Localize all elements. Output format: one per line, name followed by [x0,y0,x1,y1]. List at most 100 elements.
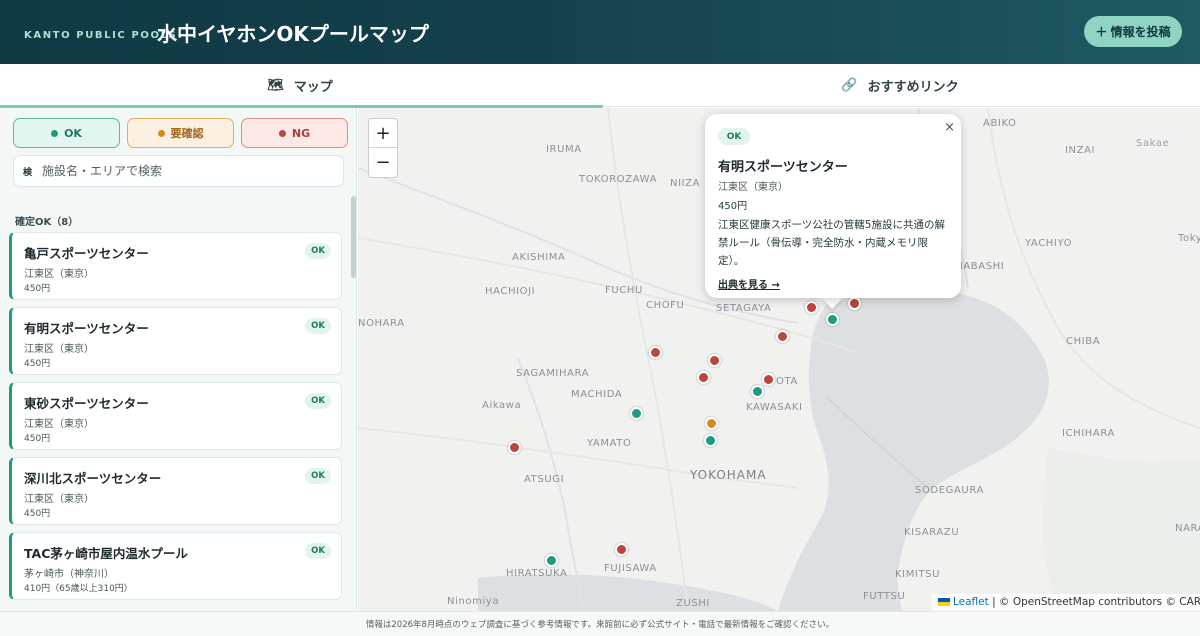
ok-dot-icon [51,129,59,137]
list-item[interactable]: 深川北スポーツセンター 江東区（東京） 450円 OK [9,457,342,525]
map-label: TOKOROZAWA [579,174,658,185]
map-label: CHOFU [646,300,685,311]
map-label: Aikawa [482,400,522,411]
map-marker-ok[interactable] [630,407,643,420]
map-marker-check[interactable] [705,417,718,430]
map-label: INZAI [1065,145,1096,156]
status-badge: OK [305,543,331,559]
map-label: OTA [776,376,798,387]
popup-facility-name: 有明スポーツセンター [718,160,848,175]
tab-map[interactable]: 🗺 マップ [0,64,603,108]
map-marker-ng[interactable] [762,373,775,386]
status-badge: OK [305,243,331,259]
section-label: 確定OK（8） [15,217,79,228]
filter-ng-label: NG [291,126,311,140]
brand-subtitle: KANTO PUBLIC POOLS [24,30,178,41]
facility-popup: OK × 有明スポーツセンター 江東区（東京） 450円 江東区健康スポーツ公社… [705,114,961,298]
facility-name: 亀戸スポーツセンター [24,246,149,261]
map-marker-ng[interactable] [615,543,628,556]
leaflet-link[interactable]: Leaflet [953,596,989,608]
link-icon: 🔗 [841,78,858,93]
zoom-out-button[interactable]: − [369,148,397,177]
map-label: Tokyo Bay [1178,233,1200,244]
filter-ng-button[interactable]: NG [241,118,348,148]
filter-check-button[interactable]: 要確認 [127,118,234,148]
map-label: SODEGAURA [915,485,984,496]
facility-list: 亀戸スポーツセンター 江東区（東京） 450円 OK 有明スポーツセンター 江東… [9,232,342,607]
tab-links[interactable]: 🔗 おすすめリンク [600,64,1200,107]
map-marker-ng[interactable] [848,297,861,310]
map-marker-ng[interactable] [708,354,721,367]
status-badge: OK [305,318,331,334]
map-label: MACHIDA [571,389,623,400]
list-item[interactable]: 有明スポーツセンター 江東区（東京） 450円 OK [9,307,342,375]
tab-links-label: おすすめリンク [867,80,959,95]
map-label: FUCHU [605,285,643,296]
map-marker-ng[interactable] [508,441,521,454]
app-header: KANTO PUBLIC POOLS 水中イヤホンOKプールマップ ＋ 情報を投… [0,0,1200,64]
zoom-in-button[interactable]: + [369,119,397,148]
map-label: NARA [1175,523,1200,534]
list-item[interactable]: TAC茅ヶ崎市屋内温水プール 茅ヶ崎市（神奈川） 410円（65歳以上310円）… [9,532,342,600]
status-filters: OK 要確認 NG [13,118,348,148]
facility-area: 茅ヶ崎市（神奈川） [24,569,114,580]
map-view[interactable]: IRUMA TOKOROZAWA NIIZA AKISHIMA HACHIOJI… [358,108,1200,611]
search-icon: 検 [23,167,33,178]
facility-price: 410円（65歳以上310円） [24,584,133,594]
map-marker-ng[interactable] [697,371,710,384]
map-marker-ng[interactable] [776,330,789,343]
popup-facility-price: 450円 [718,201,748,212]
map-label: FUTTSU [863,591,906,602]
attribution-text: | © OpenStreetMap contributors © CARTO [988,596,1200,608]
sidebar-scrollbar[interactable] [351,196,356,278]
zoom-control: + − [368,118,398,178]
page-title: 水中イヤホンOKプールマップ [157,22,429,46]
map-label: ICHIHARA [1062,428,1115,439]
check-dot-icon [157,129,165,137]
facility-area: 江東区（東京） [24,419,94,430]
facility-name: 東砂スポーツセンター [24,396,149,411]
popup-description: 江東区健康スポーツ公社の管轄5施設に共通の解禁ルール（骨伝導・完全防水・内蔵メモ… [718,219,945,267]
map-marker-ng[interactable] [649,346,662,359]
tab-map-label: マップ [293,80,333,95]
source-link[interactable]: 出典を見る → [718,276,780,291]
facility-name: TAC茅ヶ崎市屋内温水プール [24,546,188,561]
map-marker-ok[interactable] [704,434,717,447]
post-info-button[interactable]: ＋ 情報を投稿 [1084,16,1182,47]
sidebar: OK 要確認 NG 検 確定OK（8） 亀戸スポーツセンター 江東区（東京） 4… [0,108,357,611]
map-label: YAMATO [587,438,632,449]
search-box: 検 [13,155,344,187]
status-badge: OK [718,128,750,145]
map-marker-ok[interactable] [545,554,558,567]
search-input[interactable] [42,164,323,178]
map-label: ZUSHI [676,598,710,609]
map-label: Sakae [1136,138,1170,149]
list-item[interactable]: 亀戸スポーツセンター 江東区（東京） 450円 OK [9,232,342,300]
tab-bar: 🗺 マップ 🔗 おすすめリンク [0,64,1200,108]
ukraine-flag-icon [938,598,950,606]
close-icon[interactable]: × [944,120,955,135]
map-marker-ng[interactable] [805,301,818,314]
facility-area: 江東区（東京） [24,269,94,280]
map-label: SETAGAYA [716,303,772,314]
facility-area: 江東区（東京） [24,344,94,355]
map-label: HIRATSUKA [506,568,568,579]
map-label: Ninomiya [447,596,500,607]
map-marker-ok[interactable] [751,385,764,398]
map-label: NIIZA [670,178,701,189]
filter-ok-button[interactable]: OK [13,118,120,148]
facility-price: 450円 [24,434,51,444]
status-badge: OK [305,468,331,484]
filter-ok-label: OK [64,126,82,140]
map-icon: 🗺 [267,78,284,93]
map-label: KAWASAKI [746,402,803,413]
facility-name: 有明スポーツセンター [24,321,149,336]
map-label: YACHIYO [1025,238,1073,249]
list-item[interactable]: 東砂スポーツセンター 江東区（東京） 450円 OK [9,382,342,450]
map-marker-ok[interactable] [826,313,839,326]
status-badge: OK [305,393,331,409]
popup-facility-area: 江東区（東京） [718,182,788,193]
facility-price: 450円 [24,284,51,294]
map-label: FUJISAWA [604,563,657,574]
map-label: ATSUGI [524,474,565,485]
